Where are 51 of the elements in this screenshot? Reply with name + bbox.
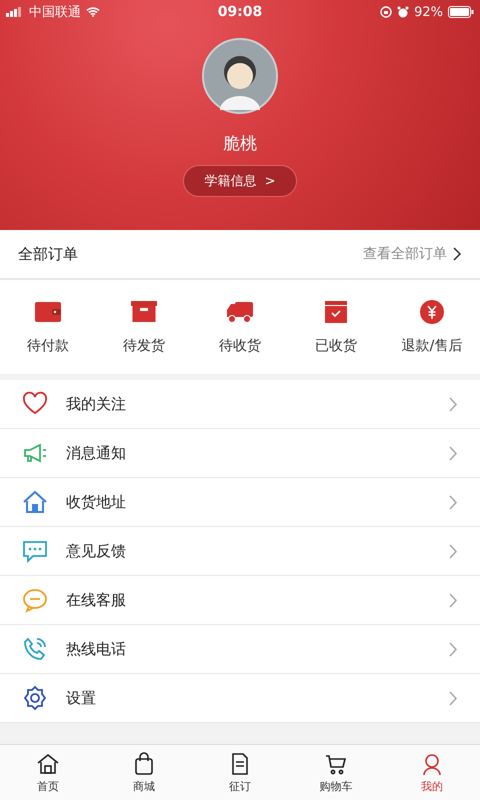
view-all-orders-link[interactable]: 查看全部订单 bbox=[363, 245, 462, 263]
yen-icon bbox=[418, 299, 446, 325]
alarm-icon bbox=[397, 6, 410, 18]
box-icon bbox=[130, 299, 158, 325]
tab-bar-item[interactable]: 商城 bbox=[96, 745, 192, 800]
order-status-item[interactable]: 退款/售后 bbox=[384, 280, 480, 374]
chevron-icon bbox=[449, 544, 458, 558]
chevron-icon bbox=[449, 690, 458, 706]
menu-item[interactable]: 热线电话 bbox=[0, 625, 480, 674]
menu-item[interactable]: 设置 bbox=[0, 674, 480, 723]
rotation-lock-icon bbox=[380, 6, 392, 18]
menu-item[interactable]: 收货地址 bbox=[0, 478, 480, 527]
truck-icon bbox=[226, 299, 254, 325]
order-status-item[interactable]: 已收货 bbox=[288, 280, 384, 374]
tab-bar-item[interactable]: 购物车 bbox=[288, 745, 384, 800]
bag-icon bbox=[132, 752, 156, 776]
home-icon bbox=[36, 752, 60, 776]
signal-icon bbox=[6, 7, 24, 17]
student-info-button[interactable]: 学籍信息 > bbox=[183, 165, 297, 197]
check-icon bbox=[322, 299, 350, 325]
house-icon bbox=[22, 489, 48, 515]
orders-title: 全部订单 bbox=[18, 244, 78, 264]
chevron-icon bbox=[449, 446, 458, 460]
avatar-icon bbox=[202, 38, 278, 114]
tab-bar-item[interactable]: 征订 bbox=[192, 745, 288, 800]
chevron-icon bbox=[449, 494, 458, 510]
wifi-icon bbox=[86, 7, 100, 17]
battery-percent: 92% bbox=[414, 4, 443, 20]
clock-time: 09:08 bbox=[218, 4, 262, 20]
tab-bar-item[interactable]: 我的 bbox=[384, 745, 480, 800]
chevron-icon bbox=[453, 247, 462, 261]
gear-icon bbox=[22, 685, 48, 711]
order-status-item[interactable]: 待收货 bbox=[192, 280, 288, 374]
carrier-name: 中国联通 bbox=[29, 4, 81, 21]
person-icon bbox=[420, 752, 444, 776]
order-status-item[interactable]: 待发货 bbox=[96, 280, 192, 374]
chevron-icon bbox=[449, 396, 458, 412]
phone-icon bbox=[22, 636, 48, 662]
order-status-item[interactable]: 待付款 bbox=[0, 280, 96, 374]
tab-bar-item[interactable]: 首页 bbox=[0, 745, 96, 800]
user-name: 脆桃 bbox=[223, 133, 257, 155]
menu-item[interactable]: 我的关注 bbox=[0, 380, 480, 429]
menu-item[interactable]: 消息通知 bbox=[0, 429, 480, 478]
chevron-icon bbox=[449, 592, 458, 608]
wallet-icon bbox=[34, 299, 62, 325]
battery-icon bbox=[448, 6, 474, 18]
menu-item[interactable]: 意见反馈 bbox=[0, 527, 480, 576]
menu-item[interactable]: 在线客服 bbox=[0, 576, 480, 625]
chevron-icon bbox=[449, 642, 458, 656]
chat-icon bbox=[22, 538, 48, 564]
heart-icon bbox=[22, 391, 48, 417]
